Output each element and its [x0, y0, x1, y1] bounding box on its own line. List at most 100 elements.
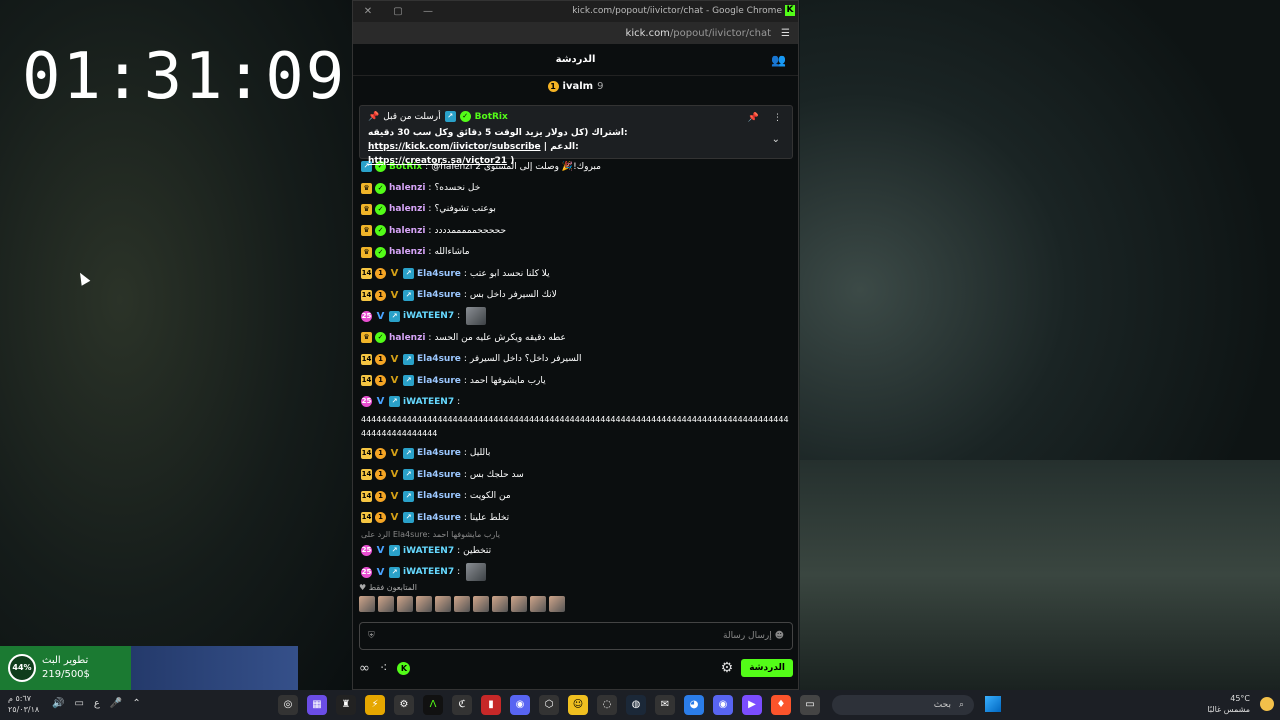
message-username[interactable]: Ela4sure [417, 290, 461, 300]
app-icon[interactable]: Λ [423, 695, 443, 715]
windows-start-icon[interactable] [985, 696, 1001, 712]
unpin-icon[interactable]: 📌 [748, 113, 759, 123]
address-bar[interactable]: kick.com/popout/iivictor/chat ☰ [353, 22, 798, 44]
chat-message[interactable]: ♛ ✓ halenzi: عطه دقيقه ويكرش عليه من الحسد [361, 327, 789, 348]
crown-badge-icon: ♛ [361, 182, 372, 194]
minimize-icon[interactable]: — [413, 6, 443, 17]
taskbar-clock[interactable]: ٥:٦٧ م ٢٥/٠٣/١٨ [8, 693, 39, 715]
emote[interactable] [435, 596, 451, 612]
chat-message[interactable]: 14 1 V ↗ Ela4sure: يلا كلنا نحسد ابو عتب [361, 263, 789, 284]
message-username[interactable]: iWATEEN7 [403, 546, 454, 556]
subscribe-link[interactable]: https://kick.com/iivictor/subscribe [368, 142, 541, 152]
message-username[interactable]: Ela4sure [417, 513, 461, 523]
message-username[interactable]: iWATEEN7 [403, 397, 454, 407]
emote[interactable] [530, 596, 546, 612]
app-icon[interactable]: ℭ [452, 695, 472, 715]
emote[interactable] [378, 596, 394, 612]
message-username[interactable]: iWATEEN7 [403, 311, 454, 321]
emote-bar: ♥ المتابعون فقط [359, 583, 793, 612]
emote[interactable] [492, 596, 508, 612]
maximize-icon[interactable]: ▢ [383, 6, 413, 17]
app-icon[interactable]: ♜ [336, 695, 356, 715]
message-username[interactable]: Ela4sure [417, 491, 461, 501]
site-settings-icon[interactable]: ☰ [781, 28, 790, 39]
settings-app-icon[interactable]: ⚙ [394, 695, 414, 715]
gifter-badge-icon: 1 [375, 353, 386, 365]
message-username[interactable]: halenzi [389, 204, 425, 214]
emote[interactable] [511, 596, 527, 612]
send-button[interactable]: الدردشة [741, 659, 793, 677]
top-gifter-name[interactable]: ivalm [563, 81, 594, 92]
app-icon[interactable]: ☺ [568, 695, 588, 715]
close-icon[interactable]: ✕ [353, 6, 383, 17]
message-username[interactable]: halenzi [389, 226, 425, 236]
chat-message[interactable]: 25 V ↗ iWATEEN7: [361, 391, 789, 412]
steam-icon[interactable]: ◍ [626, 695, 646, 715]
app-icon[interactable]: ▭ [800, 695, 820, 715]
reply-preview[interactable]: الرد على Ela4sure: يارب مايشوفها احمد [361, 528, 789, 540]
message-username[interactable]: Ela4sure [417, 448, 461, 458]
message-username[interactable]: Ela4sure [417, 269, 461, 279]
chat-message[interactable]: 14 1 V ↗ Ela4sure: سد حلجك بس [361, 464, 789, 485]
app-icon[interactable]: ▶ [742, 695, 762, 715]
emote[interactable] [549, 596, 565, 612]
more-options-icon[interactable]: ⋮ [773, 113, 782, 123]
users-icon[interactable]: 👥 [771, 53, 786, 67]
message-username[interactable]: halenzi [389, 183, 425, 193]
grid-app-icon[interactable]: ▦ [307, 695, 327, 715]
chat-message[interactable]: 14 1 V ↗ Ela4sure: لانك السيرفر داخل بس [361, 284, 789, 305]
emoji-icon[interactable]: ☻ [775, 631, 784, 641]
chat-message[interactable]: 25 V ↗ iWATEEN7: [361, 562, 789, 583]
message-text: بوعتب تشوفني؟ [434, 204, 496, 215]
taskbar-search[interactable]: بحث ⌕ [832, 695, 974, 715]
chat-message[interactable]: 14 1 V ↗ Ela4sure: بالليل [361, 443, 789, 464]
chat-message[interactable]: 25 V ↗ iWATEEN7: [361, 306, 789, 327]
app-icon[interactable]: ✉ [655, 695, 675, 715]
chat-message[interactable]: 14 1 V ↗ Ela4sure: السيرفر داخل؟ داخل السيرفر [361, 349, 789, 370]
app-icon[interactable]: ⚡ [365, 695, 385, 715]
pinned-author[interactable]: BotRix [475, 112, 508, 122]
chat-message[interactable]: 14 1 V ↗ Ela4sure: يارب مايشوفها احمد [361, 370, 789, 391]
weather-widget[interactable]: 45°C مشمس غالبًا [1207, 693, 1250, 715]
chat-message[interactable]: 14 1 V ↗ Ela4sure: من الكويت [361, 485, 789, 506]
creators-link[interactable]: https://creators.sa/victor21 [368, 156, 507, 166]
emote[interactable] [397, 596, 413, 612]
discord-icon[interactable]: ◉ [713, 695, 733, 715]
emote[interactable] [473, 596, 489, 612]
app-icon[interactable]: ▮ [481, 695, 501, 715]
message-username[interactable]: Ela4sure [417, 354, 461, 364]
chat-message[interactable]: 14 1 V ↗ Ela4sure: تخلط علينا [361, 507, 789, 528]
shield-icon[interactable]: ⛨ [368, 631, 375, 641]
message-username[interactable]: Ela4sure [417, 376, 461, 386]
app-icon[interactable]: ◌ [597, 695, 617, 715]
network-icon[interactable]: ▭ [74, 698, 83, 709]
volume-icon[interactable]: 🔊 [52, 698, 64, 709]
brave-icon[interactable]: ♦ [771, 695, 791, 715]
emote[interactable] [359, 596, 375, 612]
chevron-down-icon[interactable]: ⌄ [772, 134, 780, 145]
infinity-icon[interactable]: ∞ [359, 661, 370, 676]
message-username[interactable]: iWATEEN7 [403, 567, 454, 577]
chat-message[interactable]: 25 V ↗ iWATEEN7: تتخطين [361, 540, 789, 561]
discord-icon[interactable]: ◉ [510, 695, 530, 715]
message-text: يلا كلنا نحسد ابو عتب [469, 268, 550, 279]
app-icon[interactable]: ⬡ [539, 695, 559, 715]
emote[interactable] [454, 596, 470, 612]
gear-icon[interactable]: ⚙ [721, 660, 734, 676]
chat-input[interactable]: ⛨ إرسال رسالة ☻ [359, 622, 793, 650]
microphone-icon[interactable]: 🎤 [110, 698, 122, 709]
share-icon[interactable]: ⁖ [380, 661, 388, 676]
chat-message[interactable]: ♛ ✓ halenzi: حححححمممممدددد [361, 220, 789, 241]
chat-message[interactable]: ♛ ✓ halenzi: ماشاءالله [361, 242, 789, 263]
message-username[interactable]: Ela4sure [417, 470, 461, 480]
chat-message[interactable]: ♛ ✓ halenzi: خل نحسده؟ [361, 177, 789, 198]
chrome-icon[interactable]: ◕ [684, 695, 704, 715]
obs-icon[interactable]: ◎ [278, 695, 298, 715]
chat-message[interactable]: ♛ ✓ halenzi: بوعتب تشوفني؟ [361, 199, 789, 220]
message-username[interactable]: halenzi [389, 333, 425, 343]
emote[interactable] [416, 596, 432, 612]
kick-k-icon[interactable]: K [397, 661, 411, 675]
chevron-up-icon[interactable]: ⌃ [132, 698, 140, 709]
message-username[interactable]: halenzi [389, 247, 425, 257]
language-indicator[interactable]: ع [94, 698, 100, 709]
